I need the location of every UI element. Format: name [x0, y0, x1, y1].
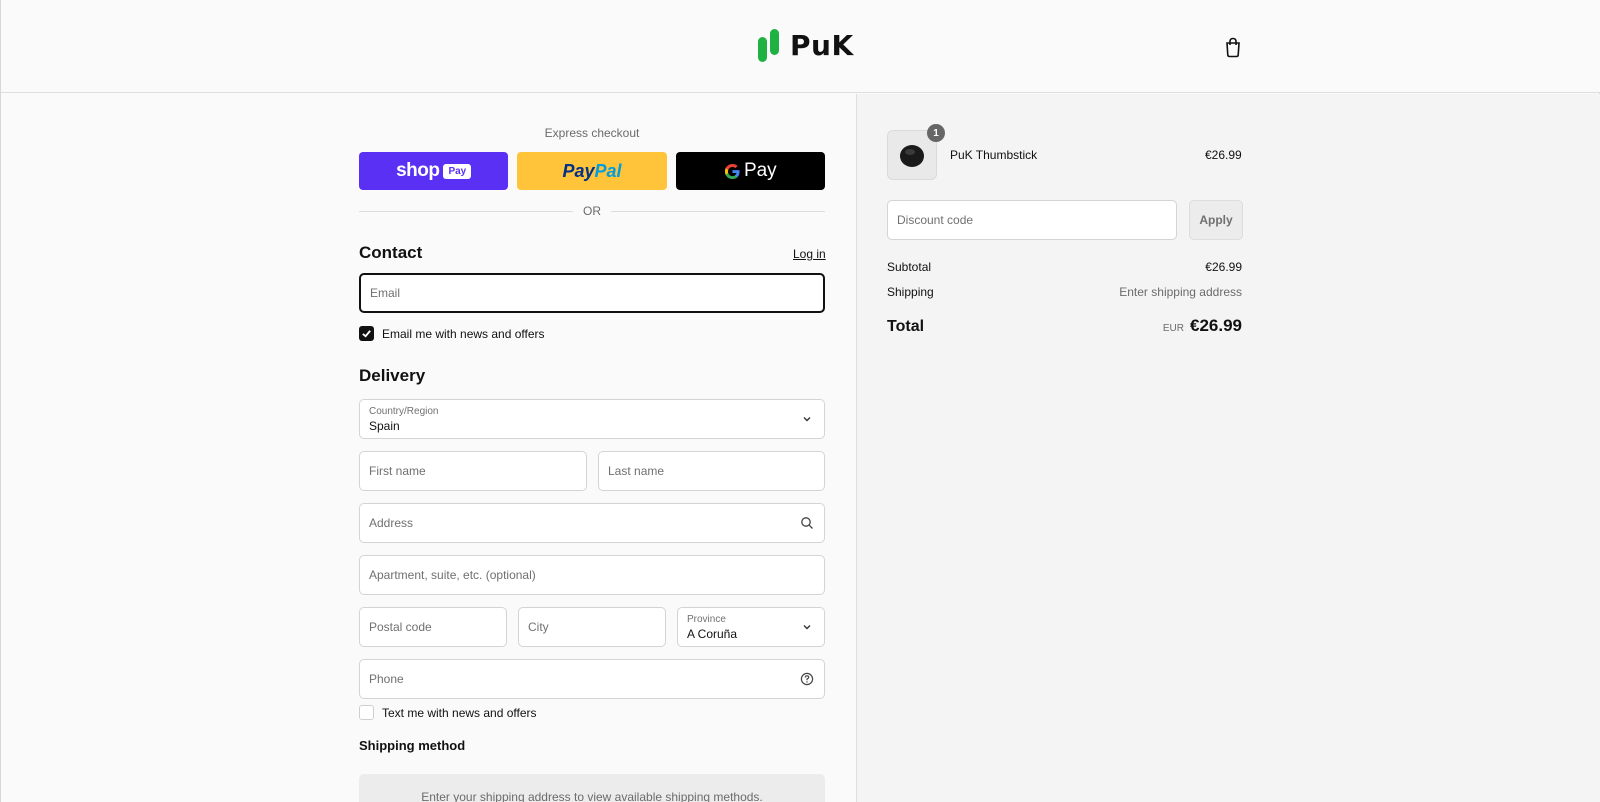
brand-name: PuK — [790, 28, 854, 62]
newsletter-checkbox[interactable] — [359, 326, 374, 341]
subtotal-label: Subtotal — [887, 260, 932, 274]
shipping-method-message: Enter your shipping address to view avai… — [421, 790, 763, 802]
chevron-down-icon — [803, 625, 811, 630]
apply-discount-button[interactable]: Apply — [1189, 200, 1243, 240]
shop-pay-button[interactable]: shop Pay — [359, 152, 509, 190]
total-label: Total — [887, 318, 925, 335]
first-name-placeholder: First name — [369, 464, 426, 478]
postal-code-field[interactable]: Postal code — [359, 607, 507, 647]
express-checkout-title: Express checkout — [544, 126, 640, 140]
last-name-placeholder: Last name — [608, 464, 665, 478]
sms-row: Text me with news and offers — [359, 705, 537, 720]
total-value: €26.99 — [1190, 316, 1242, 335]
city-placeholder: City — [528, 620, 549, 634]
total-value-group: EUR €26.99 — [1163, 316, 1242, 336]
discount-placeholder: Discount code — [897, 213, 974, 227]
email-placeholder: Email — [370, 286, 401, 300]
shipping-method-heading: Shipping method — [359, 738, 466, 753]
newsletter-label: Email me with news and offers — [382, 326, 545, 341]
sms-checkbox[interactable] — [359, 705, 374, 720]
brand-logo[interactable]: PuK — [756, 27, 854, 63]
quantity-badge: 1 — [927, 124, 945, 142]
google-pay-button[interactable]: Pay — [675, 152, 825, 190]
shipping-value: Enter shipping address — [1119, 285, 1242, 299]
shipping-label: Shipping — [887, 285, 934, 299]
discount-code-input[interactable]: Discount code — [887, 200, 1177, 240]
paypal-label-pal: Pal — [594, 160, 622, 181]
province-select[interactable]: Province A Coruña — [677, 607, 825, 647]
checkmark-icon — [362, 330, 371, 338]
checkout-header: PuK — [1, 0, 1600, 93]
product-name: PuK Thumbstick — [950, 148, 1038, 162]
search-icon — [801, 517, 813, 529]
shop-pay-badge: Pay — [443, 163, 472, 179]
apartment-field[interactable]: Apartment, suite, etc. (optional) — [359, 555, 825, 595]
phone-field[interactable]: Phone — [359, 659, 825, 699]
or-label: OR — [583, 204, 601, 218]
login-link[interactable]: Log in — [793, 247, 826, 261]
address-field[interactable]: Address — [359, 503, 825, 543]
city-field[interactable]: City — [518, 607, 666, 647]
apartment-placeholder: Apartment, suite, etc. (optional) — [369, 568, 536, 582]
country-value: Spain — [369, 419, 400, 433]
divider-line-left — [359, 210, 573, 212]
province-label: Province — [687, 614, 726, 625]
paypal-label-pay: Pay — [562, 160, 595, 181]
help-circle-icon[interactable] — [800, 672, 814, 686]
country-select[interactable]: Country/Region Spain — [359, 399, 825, 439]
checkout-form-panel: Express checkout shop Pay Pay Pal Pay OR… — [1, 94, 856, 802]
chevron-down-icon — [803, 417, 811, 422]
contact-heading: Contact — [359, 243, 423, 262]
first-name-field[interactable]: First name — [359, 451, 587, 491]
sms-label: Text me with news and offers — [382, 705, 537, 720]
total-currency: EUR — [1162, 323, 1184, 334]
province-value: A Coruña — [687, 627, 738, 641]
shop-pay-label: shop — [396, 160, 440, 181]
newsletter-row: Email me with news and offers — [359, 326, 545, 341]
google-g-icon — [724, 163, 740, 179]
puk-logo-icon — [758, 29, 779, 62]
subtotal-value: €26.99 — [1205, 260, 1242, 274]
or-divider: OR — [359, 204, 825, 218]
country-label: Country/Region — [369, 406, 439, 417]
google-pay-label: Pay — [743, 160, 777, 181]
order-summary-panel: 1 PuK Thumbstick €26.99 Discount code Ap… — [856, 94, 1600, 802]
last-name-field[interactable]: Last name — [598, 451, 825, 491]
browser-window: PuK Express checkout shop Pay Pay Pal Pa… — [0, 0, 1600, 802]
email-field[interactable]: Email — [359, 273, 825, 313]
shipping-method-message-box: Enter your shipping address to view avai… — [359, 774, 825, 802]
paypal-button[interactable]: Pay Pal — [517, 152, 667, 190]
thumbstick-image-icon — [900, 145, 924, 167]
address-placeholder: Address — [369, 516, 414, 530]
shopping-bag-icon[interactable] — [1223, 36, 1243, 58]
product-price: €26.99 — [1205, 148, 1242, 162]
phone-placeholder: Phone — [369, 672, 404, 686]
divider-line-right — [611, 210, 825, 212]
express-checkout-buttons: shop Pay Pay Pal Pay — [359, 152, 825, 190]
postal-code-placeholder: Postal code — [369, 620, 432, 634]
delivery-heading: Delivery — [359, 366, 426, 385]
